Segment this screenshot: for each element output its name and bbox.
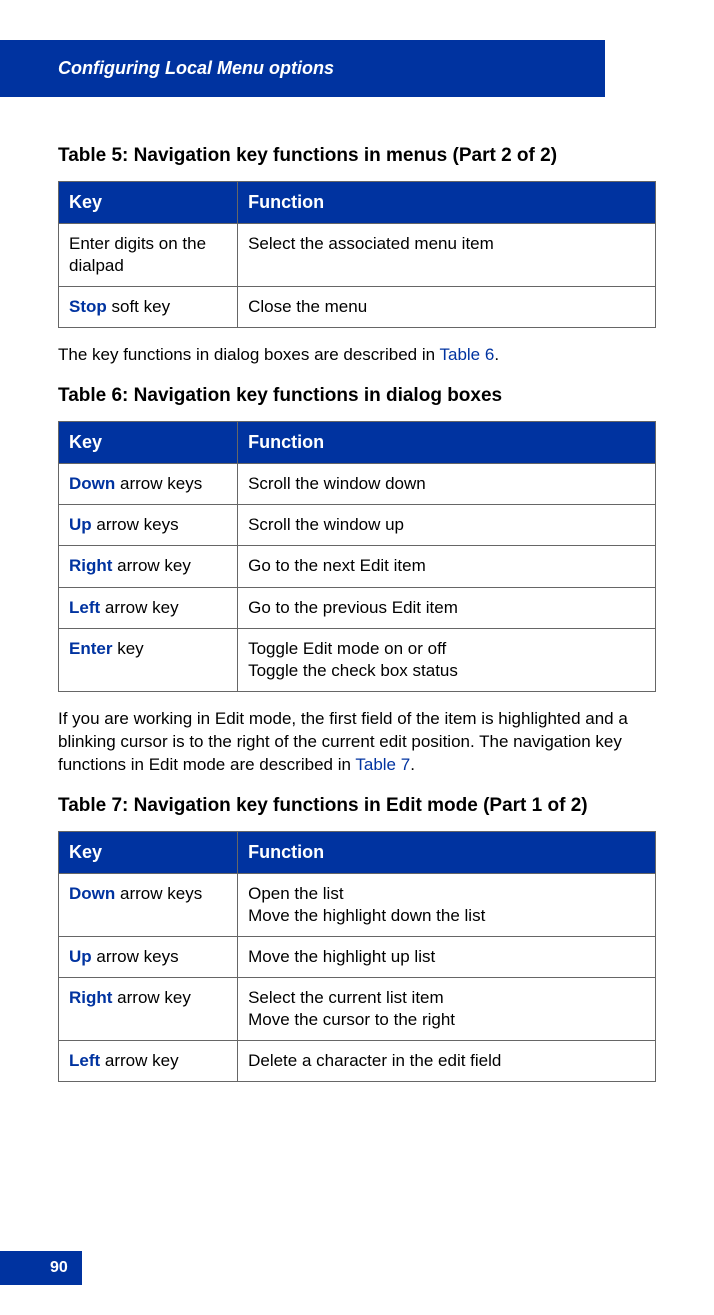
- table-row: Left arrow keyDelete a character in the …: [59, 1041, 656, 1082]
- function-cell: Scroll the window down: [238, 464, 656, 505]
- key-cell: Right arrow key: [59, 977, 238, 1040]
- key-bold-label: Left: [69, 598, 100, 617]
- table6-title: Table 6: Navigation key functions in dia…: [58, 385, 656, 407]
- table7-title: Table 7: Navigation key functions in Edi…: [58, 795, 656, 817]
- table-row: Left arrow keyGo to the previous Edit it…: [59, 587, 656, 628]
- function-cell: Go to the previous Edit item: [238, 587, 656, 628]
- table-row: Stop soft keyClose the menu: [59, 287, 656, 328]
- page-number-value: 90: [50, 1259, 68, 1276]
- function-cell: Go to the next Edit item: [238, 546, 656, 587]
- para2-link[interactable]: Table 7: [355, 755, 410, 774]
- key-bold-label: Down: [69, 884, 115, 903]
- key-cell: Right arrow key: [59, 546, 238, 587]
- table-row: Right arrow keySelect the current list i…: [59, 977, 656, 1040]
- key-rest-label: arrow keys: [115, 474, 202, 493]
- key-rest-label: Enter digits on the dialpad: [69, 234, 206, 275]
- key-cell: Down arrow keys: [59, 873, 238, 936]
- table7-body: Down arrow keysOpen the listMove the hig…: [59, 873, 656, 1082]
- key-bold-label: Right: [69, 556, 112, 575]
- header-title: Configuring Local Menu options: [58, 58, 334, 78]
- table5: Key Function Enter digits on the dialpad…: [58, 181, 656, 328]
- key-rest-label: key: [112, 639, 143, 658]
- table-row: Up arrow keysMove the highlight up list: [59, 936, 656, 977]
- key-bold-label: Enter: [69, 639, 112, 658]
- table5-body: Enter digits on the dialpad Select the as…: [59, 224, 656, 328]
- table-row: Down arrow keysScroll the window down: [59, 464, 656, 505]
- key-bold-label: Right: [69, 988, 112, 1007]
- key-cell: Left arrow key: [59, 1041, 238, 1082]
- key-bold-label: Left: [69, 1051, 100, 1070]
- table6-body: Down arrow keysScroll the window downUp …: [59, 464, 656, 692]
- function-cell: Close the menu: [238, 287, 656, 328]
- table-row: Right arrow keyGo to the next Edit item: [59, 546, 656, 587]
- key-cell: Stop soft key: [59, 287, 238, 328]
- function-cell: Move the highlight up list: [238, 936, 656, 977]
- para2-pre: If you are working in Edit mode, the fir…: [58, 709, 628, 774]
- function-cell: Select the associated menu item: [238, 224, 656, 287]
- function-cell: Toggle Edit mode on or offToggle the che…: [238, 628, 656, 691]
- key-bold-label: Stop: [69, 297, 107, 316]
- para1-pre: The key functions in dialog boxes are de…: [58, 345, 439, 364]
- paragraph-2: If you are working in Edit mode, the fir…: [58, 708, 656, 777]
- key-bold-label: Up: [69, 947, 92, 966]
- key-cell: Up arrow keys: [59, 505, 238, 546]
- function-cell: Open the listMove the highlight down the…: [238, 873, 656, 936]
- main-content: Table 5: Navigation key functions in men…: [0, 97, 714, 1082]
- table-row: Enter keyToggle Edit mode on or offToggl…: [59, 628, 656, 691]
- para2-post: .: [410, 755, 415, 774]
- page-header-banner: Configuring Local Menu options: [0, 40, 605, 97]
- table5-col-key: Key: [59, 182, 238, 224]
- key-rest-label: arrow keys: [115, 884, 202, 903]
- table5-col-func: Function: [238, 182, 656, 224]
- page-number: 90: [0, 1251, 82, 1285]
- table6: Key Function Down arrow keysScroll the w…: [58, 421, 656, 692]
- key-cell: Enter key: [59, 628, 238, 691]
- key-cell: Left arrow key: [59, 587, 238, 628]
- table7: Key Function Down arrow keysOpen the lis…: [58, 831, 656, 1083]
- key-rest-label: soft key: [107, 297, 170, 316]
- table7-col-func: Function: [238, 831, 656, 873]
- key-rest-label: arrow key: [112, 988, 190, 1007]
- key-bold-label: Down: [69, 474, 115, 493]
- table7-col-key: Key: [59, 831, 238, 873]
- key-cell: Down arrow keys: [59, 464, 238, 505]
- function-cell: Select the current list itemMove the cur…: [238, 977, 656, 1040]
- key-rest-label: arrow key: [112, 556, 190, 575]
- table-row: Down arrow keysOpen the listMove the hig…: [59, 873, 656, 936]
- paragraph-1: The key functions in dialog boxes are de…: [58, 344, 656, 367]
- table6-col-func: Function: [238, 422, 656, 464]
- function-cell: Delete a character in the edit field: [238, 1041, 656, 1082]
- key-bold-label: Up: [69, 515, 92, 534]
- key-cell: Enter digits on the dialpad: [59, 224, 238, 287]
- key-rest-label: arrow key: [100, 1051, 178, 1070]
- key-cell: Up arrow keys: [59, 936, 238, 977]
- table-row: Enter digits on the dialpad Select the as…: [59, 224, 656, 287]
- table5-title: Table 5: Navigation key functions in men…: [58, 145, 656, 167]
- para1-link[interactable]: Table 6: [439, 345, 494, 364]
- key-rest-label: arrow keys: [92, 947, 179, 966]
- table6-col-key: Key: [59, 422, 238, 464]
- key-rest-label: arrow keys: [92, 515, 179, 534]
- para1-post: .: [494, 345, 499, 364]
- function-cell: Scroll the window up: [238, 505, 656, 546]
- table-row: Up arrow keysScroll the window up: [59, 505, 656, 546]
- key-rest-label: arrow key: [100, 598, 178, 617]
